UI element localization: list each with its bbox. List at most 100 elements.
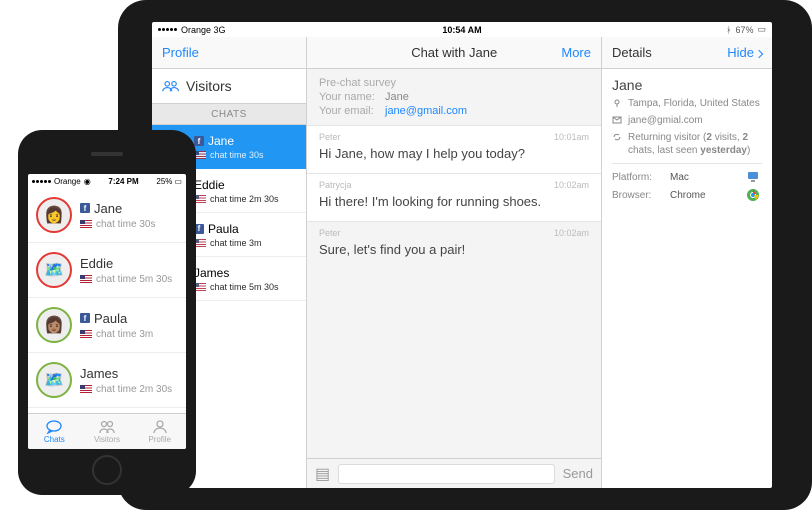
chat-item-sub: chat time 2m 30s: [96, 384, 172, 395]
carrier-label: Orange 3G: [181, 25, 226, 35]
more-link[interactable]: More: [561, 45, 591, 60]
platform-label: Platform:: [612, 172, 662, 183]
pre-chat-survey: Pre-chat survey Your name:Jane Your emai…: [307, 69, 601, 125]
message-time: 10:02am: [554, 180, 589, 190]
message: Patrycja 10:02am Hi there! I'm looking for…: [307, 173, 601, 221]
chat-item-jane[interactable]: 👩fJanechat time 30s: [28, 188, 186, 243]
message: Peter 10:01am Hi Jane, how may I help you …: [307, 125, 601, 173]
wifi-icon: ◉: [84, 177, 91, 186]
visitor-returning: Returning visitor (2 visits, 2 chats, la…: [628, 131, 762, 157]
us-flag-icon: [80, 330, 92, 338]
message-input[interactable]: [338, 464, 555, 484]
chat-item-sub: chat time 5m 30s: [96, 274, 172, 285]
carrier-label: Orange: [54, 177, 81, 186]
iphone-chat-list: 👩fJanechat time 30s🗺️Eddiechat time 5m 3…: [28, 188, 186, 413]
iphone-home-button[interactable]: [92, 455, 122, 485]
visitor-email: jane@gmial.com: [628, 114, 703, 127]
chat-title: Chat with Jane: [411, 45, 497, 60]
visitors-icon: [98, 420, 116, 434]
battery-icon: ▭: [174, 177, 182, 186]
avatar: 🗺️: [36, 252, 72, 288]
survey-email-label: Your email:: [319, 105, 381, 117]
message-author: Patrycja: [319, 180, 352, 190]
facebook-icon: f: [80, 203, 90, 213]
refresh-icon: [612, 132, 622, 142]
signal-dots-icon: [158, 28, 177, 31]
browser-value: Chrome: [670, 190, 738, 201]
clock: 7:24 PM: [108, 177, 138, 186]
chat-item-name: Jane: [208, 134, 234, 148]
chat-item-sub: chat time 2m 30s: [210, 194, 279, 204]
chat-item-sub: chat time 3m: [96, 329, 153, 340]
visitors-header[interactable]: Visitors: [152, 69, 306, 103]
clock: 10:54 AM: [442, 25, 481, 35]
message-text: Hi there! I'm looking for running shoes.: [319, 194, 589, 211]
platform-value: Mac: [670, 172, 738, 183]
visitors-icon: [162, 79, 180, 93]
facebook-icon: f: [80, 313, 90, 323]
ipad-status-bar: Orange 3G 10:54 AM ᚼ 67% ▭: [152, 22, 772, 37]
tab-chats[interactable]: Chats: [28, 414, 81, 449]
chat-item-name: Jane: [94, 201, 122, 216]
chat-item-paula[interactable]: 👩🏽 f Paula chat time 3m: [28, 298, 186, 353]
chat-item-name: James: [80, 366, 118, 381]
avatar: 🗺️: [36, 362, 72, 398]
message-list: Peter 10:01am Hi Jane, how may I help you …: [307, 125, 601, 269]
signal-dots-icon: [32, 180, 51, 183]
chat-item-james[interactable]: 🗺️ James chat time 2m 30s: [28, 353, 186, 408]
iphone-screen: Orange ◉ 7:24 PM 25% ▭ 👩 f Jane chat time 3…: [28, 174, 186, 449]
message-text: Sure, let's find you a pair!: [319, 242, 589, 259]
chat-pane: Pre-chat survey Your name:Jane Your emai…: [307, 69, 602, 488]
details-pane: Jane Tampa, Florida, United States jane@…: [602, 69, 772, 488]
mac-icon: [746, 170, 760, 184]
survey-name-label: Your name:: [319, 91, 381, 103]
message-author: Peter: [319, 228, 341, 238]
battery-label: 25%: [156, 177, 172, 186]
chat-item-name: Eddie: [80, 256, 113, 271]
ipad-device: Orange 3G 10:54 AM ᚼ 67% ▭ Profile Chat …: [118, 0, 812, 510]
chat-bubble-icon: [45, 420, 63, 434]
tab-visitors[interactable]: Visitors: [81, 414, 134, 449]
chrome-icon: [746, 188, 760, 202]
hide-link[interactable]: Hide: [727, 45, 762, 60]
tab-profile[interactable]: Profile: [133, 414, 186, 449]
chat-item-name: Eddie: [194, 178, 225, 192]
send-button[interactable]: Send: [563, 466, 593, 481]
browser-label: Browser:: [612, 190, 662, 201]
survey-title: Pre-chat survey: [319, 77, 589, 89]
message-text: Hi Jane, how may I help you today?: [319, 146, 589, 163]
details-title: Details: [612, 45, 652, 60]
battery-icon: ▭: [757, 24, 766, 35]
pin-icon: [612, 98, 622, 108]
message-time: 10:01am: [554, 132, 589, 142]
battery-label: 67%: [735, 25, 753, 35]
visitors-label: Visitors: [186, 78, 232, 94]
chat-item-sub: chat time 30s: [210, 150, 264, 160]
iphone-speaker: [91, 152, 123, 156]
bluetooth-icon: ᚼ: [726, 25, 731, 35]
chat-item-name: James: [194, 266, 229, 280]
chevron-right-icon: [755, 49, 763, 57]
avatar: 👩🏽: [36, 307, 72, 343]
message-input-bar: ▤ Send: [307, 458, 601, 488]
survey-email-value[interactable]: jane@gmail.com: [385, 105, 467, 117]
visitor-name: Jane: [612, 77, 762, 93]
us-flag-icon: [80, 275, 92, 283]
message-author: Peter: [319, 132, 341, 142]
chat-item-sub: chat time 5m 30s: [210, 282, 279, 292]
attachment-icon[interactable]: ▤: [315, 464, 330, 484]
ipad-navbar: Profile Chat with Jane More Details Hide: [152, 37, 772, 69]
profile-icon: [151, 420, 169, 434]
profile-link[interactable]: Profile: [162, 45, 199, 60]
facebook-icon: f: [194, 136, 204, 146]
message: Peter 10:02am Sure, let's find you a pair!: [307, 221, 601, 269]
message-time: 10:02am: [554, 228, 589, 238]
chat-item-name: Paula: [94, 311, 127, 326]
us-flag-icon: [80, 220, 92, 228]
chats-section-header: CHATS: [152, 103, 306, 125]
mail-icon: [612, 115, 622, 125]
iphone-device: Orange ◉ 7:24 PM 25% ▭ 👩 f Jane chat time 3…: [18, 130, 196, 495]
avatar: 👩: [36, 197, 72, 233]
chat-item-eddie[interactable]: 🗺️ Eddie chat time 5m 30s: [28, 243, 186, 298]
iphone-status-bar: Orange ◉ 7:24 PM 25% ▭: [28, 174, 186, 188]
